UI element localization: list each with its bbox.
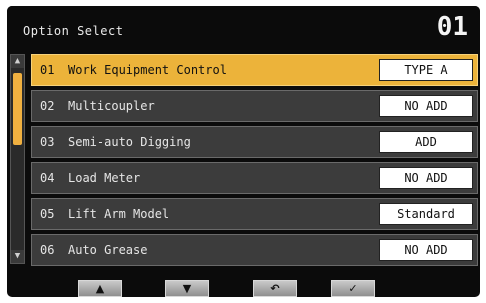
move-up-button[interactable]: ▲ xyxy=(78,280,122,297)
option-number: 02 xyxy=(40,99,55,113)
screen-header: Option Select 01 xyxy=(7,6,480,50)
checkmark-icon: ✓ xyxy=(348,282,358,295)
option-row-auto-grease[interactable]: 06 Auto Grease NO ADD xyxy=(31,234,478,266)
option-row-work-equipment-control[interactable]: 01 Work Equipment Control TYPE A xyxy=(31,54,478,86)
option-number: 01 xyxy=(40,63,55,77)
option-number: 05 xyxy=(40,207,55,221)
option-value[interactable]: ADD xyxy=(379,131,473,153)
scroll-thumb[interactable] xyxy=(13,73,22,145)
option-label: Work Equipment Control xyxy=(68,63,227,77)
option-row-load-meter[interactable]: 04 Load Meter NO ADD xyxy=(31,162,478,194)
option-label: Auto Grease xyxy=(68,243,148,257)
option-label: Semi-auto Digging xyxy=(68,135,191,149)
option-row-lift-arm-model[interactable]: 05 Lift Arm Model Standard xyxy=(31,198,478,230)
page-title: Option Select xyxy=(23,24,124,38)
option-number: 06 xyxy=(40,243,55,257)
option-row-semi-auto-digging[interactable]: 03 Semi-auto Digging ADD xyxy=(31,126,478,158)
option-list: 01 Work Equipment Control TYPE A 02 Mult… xyxy=(31,54,478,270)
scroll-up-arrow-icon[interactable]: ▲ xyxy=(11,55,24,68)
move-down-button[interactable]: ▼ xyxy=(165,280,209,297)
down-arrow-icon: ▼ xyxy=(182,282,192,295)
option-value[interactable]: NO ADD xyxy=(379,167,473,189)
scroll-down-arrow-icon[interactable]: ▼ xyxy=(11,250,24,263)
option-select-screen: Option Select 01 ▲ ▼ 01 Work Equipment C… xyxy=(7,6,480,297)
option-number: 04 xyxy=(40,171,55,185)
option-label: Lift Arm Model xyxy=(68,207,170,221)
page-number: 01 xyxy=(436,12,468,42)
option-value[interactable]: TYPE A xyxy=(379,59,473,81)
option-value[interactable]: Standard xyxy=(379,203,473,225)
option-label: Multicoupler xyxy=(68,99,155,113)
confirm-button[interactable]: ✓ xyxy=(331,280,375,297)
option-value[interactable]: NO ADD xyxy=(379,95,473,117)
option-label: Load Meter xyxy=(68,171,141,185)
footer-button-bar: ▲ ▼ ↶ ✓ xyxy=(7,268,480,297)
return-arrow-icon: ↶ xyxy=(270,282,280,295)
option-number: 03 xyxy=(40,135,55,149)
list-scrollbar[interactable]: ▲ ▼ xyxy=(10,54,25,264)
up-arrow-icon: ▲ xyxy=(95,282,105,295)
option-row-multicoupler[interactable]: 02 Multicoupler NO ADD xyxy=(31,90,478,122)
option-value[interactable]: NO ADD xyxy=(379,239,473,261)
back-button[interactable]: ↶ xyxy=(253,280,297,297)
